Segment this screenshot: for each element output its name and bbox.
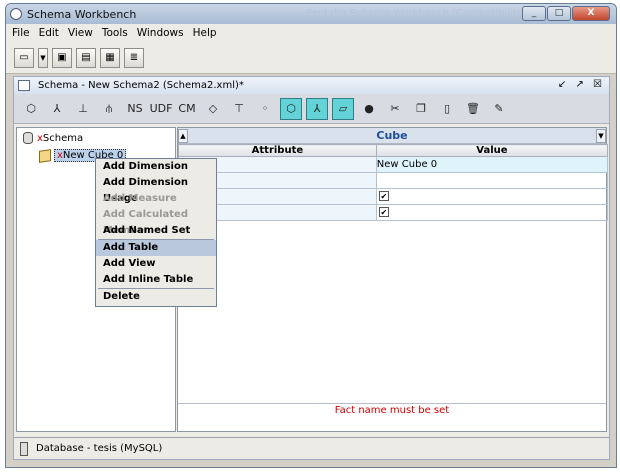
collapse-icon[interactable]: ▲ [178, 128, 188, 143]
cube-icon[interactable]: ⬡ [20, 98, 42, 120]
attribute-table: Attribute Value New Cube 0 ✔ ✔ [178, 144, 609, 221]
row-value[interactable] [375, 172, 609, 189]
context-menu: Add Dimension Add Dimension Usage Add Me… [95, 158, 217, 307]
document-icon [18, 80, 30, 91]
hierarchy-icon[interactable]: ⊥ [72, 98, 94, 120]
table-row[interactable]: ✔ [178, 204, 609, 221]
row-value[interactable]: ✔ [375, 204, 609, 221]
schema-frame-title: Schema - New Schema2 (Schema2.xml)* [38, 80, 244, 91]
checkbox[interactable]: ✔ [378, 207, 389, 217]
menu-view[interactable]: View [68, 27, 93, 39]
menu-tools[interactable]: Tools [102, 27, 128, 39]
app-window: Schema Workbench Pentaho Schema Workbenc… [5, 3, 617, 468]
menu-bar: File Edit View Tools Windows Help [6, 24, 616, 42]
title-bar: Schema Workbench Pentaho Schema Workbenc… [6, 4, 616, 24]
properties-panel: ▲ Cube ▼ Attribute Value New Cube 0 ✔ ✔ … [177, 127, 609, 432]
frame-controls[interactable]: ↙ ↗ ☒ [558, 79, 605, 90]
panel-header: ▲ Cube ▼ [178, 128, 606, 144]
menu-add-view[interactable]: Add View [96, 256, 216, 272]
virtual-dimension-icon[interactable]: ⊤ [228, 98, 250, 120]
copy-icon[interactable]: ❐ [410, 98, 432, 120]
menu-add-inline-table[interactable]: Add Inline Table [96, 272, 216, 288]
cube-icon [39, 148, 51, 163]
menu-windows[interactable]: Windows [137, 27, 184, 39]
validation-message: Fact name must be set [178, 403, 606, 417]
close-button[interactable]: X [572, 6, 610, 21]
row-value[interactable]: ✔ [375, 188, 609, 205]
table-row[interactable]: ✔ [178, 188, 609, 205]
paste-icon[interactable]: ▯ [436, 98, 458, 120]
schema-label: Schema [42, 132, 84, 144]
cube-selected-icon[interactable]: ⬡ [280, 97, 302, 120]
menu-help[interactable]: Help [193, 27, 217, 39]
dimension-icon[interactable]: ⅄ [46, 98, 68, 120]
status-bar: Database - tesis (MySQL) [14, 437, 609, 459]
schema-frame-titlebar: Schema - New Schema2 (Schema2.xml)* ↙ ↗ … [14, 77, 609, 94]
tree-root[interactable]: xSchema [23, 132, 83, 144]
menu-add-named-set[interactable]: Add Named Set [96, 223, 216, 239]
table-row[interactable] [178, 172, 609, 189]
save-all-icon[interactable]: ▦ [100, 47, 120, 68]
row-value[interactable]: New Cube 0 [375, 156, 609, 173]
schema-icon [23, 132, 33, 144]
database-icon [20, 441, 28, 456]
named-set-icon[interactable]: NS [124, 98, 146, 120]
menu-delete[interactable]: Delete [96, 289, 216, 305]
join-selected-icon[interactable]: ⅄ [306, 97, 328, 120]
calculated-member-icon[interactable]: CM [176, 98, 198, 120]
edit-icon[interactable]: ✎ [488, 98, 510, 120]
checkbox[interactable]: ✔ [378, 191, 389, 201]
menu-add-measure: Add Measure [103, 193, 177, 204]
app-icon [10, 8, 22, 20]
table-selected-icon[interactable]: ▱ [332, 97, 354, 120]
properties-icon[interactable]: ≣ [124, 47, 144, 68]
background-title: Pentaho Schema Workbench (Compatibility … [306, 8, 558, 19]
role-icon[interactable]: ● [358, 98, 380, 120]
cut-icon[interactable]: ✂ [384, 98, 406, 120]
status-text: Database - tesis (MySQL) [36, 443, 163, 454]
virtual-measure-icon[interactable]: ◦ [254, 98, 276, 120]
new-icon[interactable]: ▭ [14, 47, 34, 68]
virtual-cube-icon[interactable]: ◇ [202, 98, 224, 120]
menu-edit[interactable]: Edit [39, 27, 59, 39]
table-row[interactable]: New Cube 0 [178, 156, 609, 173]
save-icon[interactable]: ▤ [76, 47, 96, 68]
maximize-button[interactable]: □ [547, 6, 571, 21]
open-icon[interactable]: ▣ [52, 47, 72, 68]
level-icon[interactable]: ⫛ [98, 98, 120, 120]
udf-icon[interactable]: UDF [150, 98, 173, 120]
new-dropdown-icon[interactable]: ▼ [38, 47, 48, 68]
column-value: Value [375, 144, 609, 157]
menu-file[interactable]: File [12, 27, 30, 39]
menu-add-table[interactable]: Add Table [96, 240, 216, 256]
minimize-button[interactable]: _ [522, 6, 546, 21]
menu-add-dimension-usage[interactable]: Add Dimension Usage [96, 175, 216, 204]
schema-toolbar: ⬡ ⅄ ⊥ ⫛ NS UDF CM ◇ ⊤ ◦ ⬡ ⅄ ▱ ● ✂ ❐ ▯ 🗑 … [14, 94, 609, 124]
panel-dropdown-icon[interactable]: ▼ [596, 128, 606, 143]
menu-add-dimension[interactable]: Add Dimension [96, 159, 216, 175]
main-toolbar: ▭ ▼ ▣ ▤ ▦ ≣ [6, 42, 616, 74]
menu-add-calculated-member: Add Calculated Member [103, 209, 188, 236]
panel-title: Cube [376, 129, 408, 142]
window-title: Schema Workbench [27, 7, 137, 21]
delete-icon[interactable]: 🗑 [462, 98, 484, 120]
column-attribute: Attribute [178, 144, 377, 157]
